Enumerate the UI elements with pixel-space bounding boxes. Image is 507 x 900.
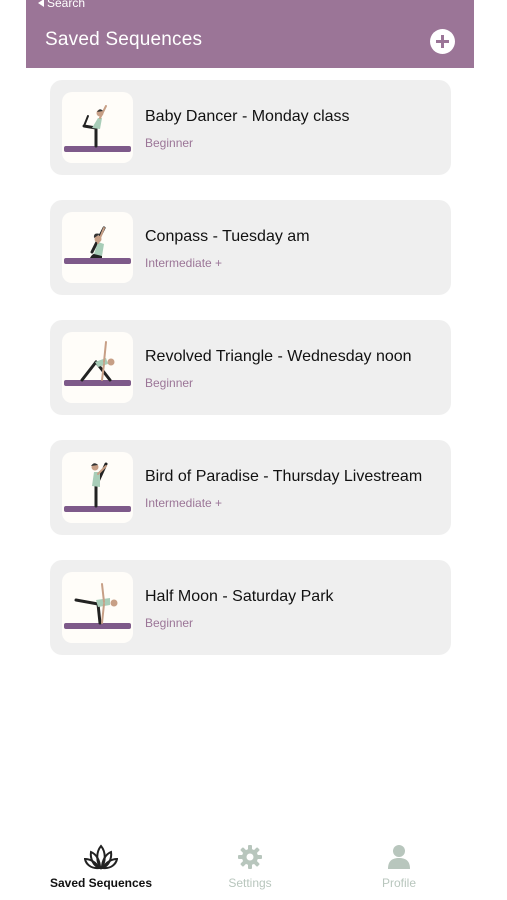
gear-icon [238, 845, 262, 869]
sequence-level: Intermediate + [145, 256, 223, 270]
sequence-card[interactable]: Baby Dancer - Monday class Beginner [50, 80, 451, 175]
tab-saved-sequences[interactable]: Saved Sequences [26, 844, 176, 890]
half-moon-pose-icon [62, 572, 133, 643]
person-icon [388, 845, 410, 869]
compass-pose-icon [62, 212, 133, 283]
bird-of-paradise-pose-icon [62, 452, 133, 523]
tab-label: Profile [381, 876, 416, 890]
sequence-card[interactable]: Revolved Triangle - Wednesday noon Begin… [50, 320, 451, 415]
sequence-card[interactable]: Conpass - Tuesday am Intermediate + [50, 200, 451, 295]
lotus-icon [84, 844, 118, 870]
sequence-title: Revolved Triangle - Wednesday noon [145, 348, 412, 365]
tab-label: Settings [228, 876, 272, 890]
tab-bar: Saved Sequences Settings Profile [26, 836, 474, 900]
triangle-pose-icon [62, 332, 133, 403]
sequence-level: Beginner [145, 136, 194, 150]
sequence-card[interactable]: Bird of Paradise - Thursday Livestream I… [50, 440, 451, 535]
sequence-title: Conpass - Tuesday am [145, 228, 310, 245]
tab-settings[interactable]: Settings [175, 844, 325, 890]
add-sequence-button[interactable] [430, 29, 455, 54]
sequence-title: Baby Dancer - Monday class [145, 108, 350, 125]
page-title: Saved Sequences [45, 29, 203, 50]
back-link[interactable]: Search [38, 0, 85, 10]
sequence-level: Beginner [145, 376, 194, 390]
sequence-level: Intermediate + [145, 496, 223, 510]
sequence-title: Half Moon - Saturday Park [145, 588, 334, 605]
sequence-level: Beginner [145, 616, 194, 630]
sequence-title: Bird of Paradise - Thursday Livestream [145, 468, 423, 485]
sequence-list: Baby Dancer - Monday class Beginner Conp… [50, 80, 451, 680]
tab-label: Saved Sequences [49, 876, 153, 890]
dancer-pose-icon [62, 92, 133, 163]
tab-profile[interactable]: Profile [324, 844, 474, 890]
back-label: Search [47, 0, 86, 10]
back-arrow-icon [38, 0, 44, 7]
sequence-card[interactable]: Half Moon - Saturday Park Beginner [50, 560, 451, 655]
app-screen: Search Saved Sequences Baby Dancer - Mon… [26, 0, 474, 900]
nav-header: Search Saved Sequences [26, 0, 474, 68]
